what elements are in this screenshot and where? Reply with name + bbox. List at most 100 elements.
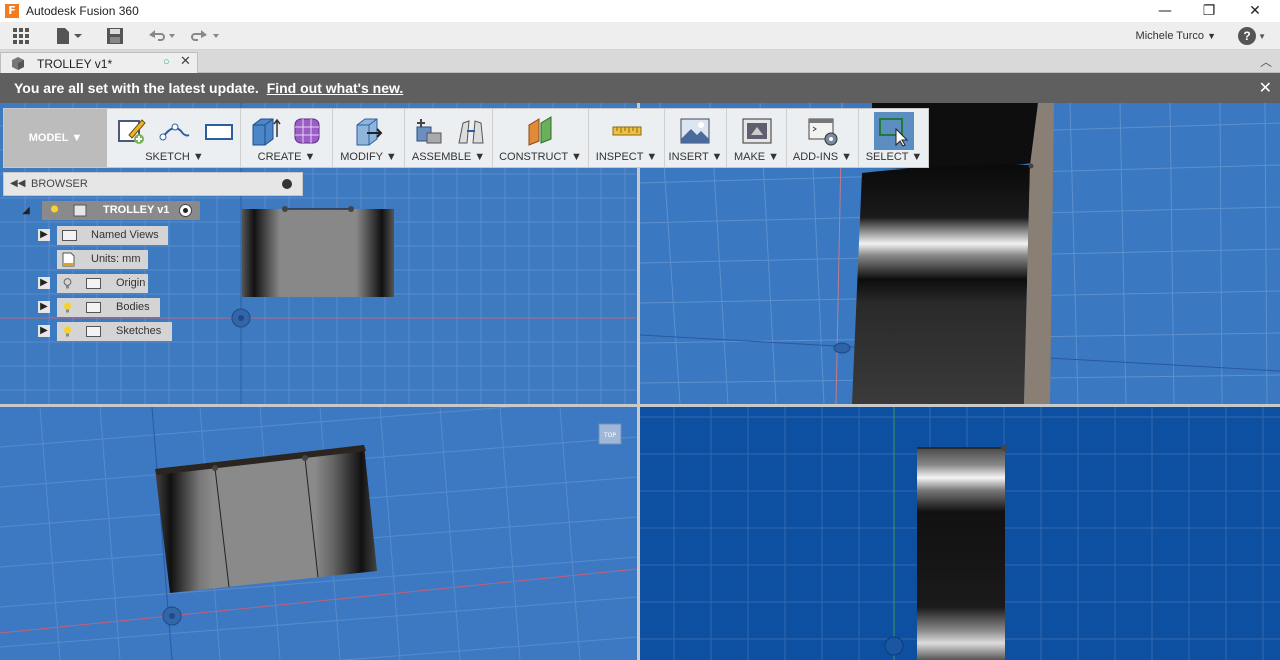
modify-group-label[interactable]: MODIFY ▼ xyxy=(333,151,404,163)
tree-expand-arrow-bodies[interactable]: ▶ xyxy=(38,301,50,313)
select-icon[interactable] xyxy=(878,115,910,147)
tree-expand-arrow-origin[interactable]: ▶ xyxy=(38,277,50,289)
main-toolbar: MODEL ▼ SKETCH ▼ CREATE ▼ MODIFY ▼ ASSEM… xyxy=(3,108,929,168)
user-account-menu[interactable]: Michele Turco ▼ xyxy=(1136,30,1216,42)
insert-image-icon[interactable] xyxy=(679,115,711,147)
construct-group-label[interactable]: CONSTRUCT ▼ xyxy=(493,151,588,163)
viewport-bottom-left[interactable]: TOP xyxy=(0,407,637,660)
press-pull-icon[interactable] xyxy=(353,115,385,147)
chevron-down-icon: ▼ xyxy=(1207,31,1216,41)
browser-item-origin[interactable]: Origin xyxy=(57,274,148,293)
make-group-label[interactable]: MAKE ▼ xyxy=(727,151,786,163)
chevron-up-icon[interactable]: ︿ xyxy=(1260,53,1272,70)
viewport-divider-horizontal[interactable] xyxy=(0,404,1280,407)
new-component-icon[interactable] xyxy=(413,115,445,147)
lightbulb-icon[interactable] xyxy=(63,326,72,337)
browser-item-bodies[interactable]: Bodies xyxy=(57,298,160,317)
offset-plane-icon[interactable] xyxy=(525,115,557,147)
construct-group[interactable]: CONSTRUCT ▼ xyxy=(493,109,589,167)
origin-icon xyxy=(884,636,904,656)
browser-item-units[interactable]: Units: mm xyxy=(57,250,148,269)
close-window-button[interactable]: ✕ xyxy=(1232,0,1278,22)
assemble-group[interactable]: ASSEMBLE ▼ xyxy=(405,109,493,167)
collapse-browser-icon[interactable]: ◀◀ xyxy=(10,178,25,189)
fusion-logo-icon: F xyxy=(5,4,19,18)
component-icon xyxy=(73,204,87,217)
inspect-group-label[interactable]: INSPECT ▼ xyxy=(589,151,664,163)
browser-item-named-views[interactable]: Named Views xyxy=(57,226,168,245)
origin-icon xyxy=(833,342,851,354)
lightbulb-icon[interactable] xyxy=(50,205,59,216)
notification-text: You are all set with the latest update. xyxy=(14,80,259,96)
trolley-body-perspective[interactable] xyxy=(852,164,1030,404)
assemble-group-label[interactable]: ASSEMBLE ▼ xyxy=(405,151,492,163)
help-chevron-down-icon[interactable]: ▼ xyxy=(1258,32,1266,41)
lightbulb-icon[interactable] xyxy=(63,302,72,313)
form-icon[interactable] xyxy=(291,115,323,147)
document-tab-bar: TROLLEY v1* ○ ✕ ︿ xyxy=(0,50,1280,73)
activate-radio-icon[interactable] xyxy=(179,204,192,217)
online-status-icon: ○ xyxy=(163,56,170,68)
minimize-button[interactable]: — xyxy=(1142,0,1188,22)
trolley-body-front[interactable] xyxy=(242,209,394,297)
create-sketch-icon[interactable] xyxy=(115,115,147,147)
viewport-divider-vertical[interactable] xyxy=(637,103,640,660)
trolley-body-side[interactable] xyxy=(917,448,1005,660)
joint-icon[interactable] xyxy=(455,115,487,147)
data-panel-grid-icon[interactable] xyxy=(12,27,30,45)
document-settings-icon xyxy=(62,252,75,267)
root-label: TROLLEY v1 xyxy=(103,204,170,216)
extrude-icon[interactable] xyxy=(249,115,281,147)
workspace-switcher[interactable]: MODEL ▼ xyxy=(4,109,107,167)
insert-group-label[interactable]: INSERT ▼ xyxy=(665,151,726,163)
component-icon xyxy=(12,57,24,70)
measure-icon[interactable] xyxy=(611,115,643,147)
folder-icon xyxy=(86,278,101,289)
line-tool-icon[interactable] xyxy=(159,115,191,147)
3d-print-icon[interactable] xyxy=(741,115,773,147)
quick-access-toolbar: Michele Turco ▼ ? ▼ xyxy=(0,22,1280,50)
undo-icon[interactable] xyxy=(146,27,178,45)
browser-panel-header[interactable]: ◀◀ BROWSER xyxy=(3,172,303,196)
sketch-group-label[interactable]: SKETCH ▼ xyxy=(109,151,240,163)
tab-label: TROLLEY v1* xyxy=(37,57,113,71)
redo-icon[interactable] xyxy=(190,27,222,45)
addins-group-label[interactable]: ADD-INS ▼ xyxy=(787,151,858,163)
rectangle-tool-icon[interactable] xyxy=(203,115,235,147)
close-tab-icon[interactable]: ✕ xyxy=(180,54,191,69)
tab-trolley-v1[interactable]: TROLLEY v1* ○ ✕ xyxy=(0,52,198,73)
whats-new-link[interactable]: Find out what's new. xyxy=(267,80,404,96)
folder-icon xyxy=(62,230,77,241)
modify-group[interactable]: MODIFY ▼ xyxy=(333,109,405,167)
tree-expand-arrow-root[interactable]: ◢ xyxy=(20,205,32,217)
inspect-group[interactable]: INSPECT ▼ xyxy=(589,109,665,167)
file-menu-icon[interactable] xyxy=(54,27,84,45)
select-group-label[interactable]: SELECT ▼ xyxy=(859,151,929,163)
create-group-label[interactable]: CREATE ▼ xyxy=(241,151,332,163)
app-title: Autodesk Fusion 360 xyxy=(26,4,139,18)
browser-item-sketches[interactable]: Sketches xyxy=(57,322,172,341)
close-notification-icon[interactable]: ✕ xyxy=(1259,78,1272,97)
help-icon[interactable]: ? xyxy=(1238,27,1256,45)
addins-group[interactable]: ADD-INS ▼ xyxy=(787,109,859,167)
select-group[interactable]: SELECT ▼ xyxy=(859,109,929,167)
sketch-group[interactable]: SKETCH ▼ xyxy=(109,109,241,167)
insert-group[interactable]: INSERT ▼ xyxy=(665,109,727,167)
save-icon[interactable] xyxy=(106,27,124,45)
browser-root-trolley[interactable]: TROLLEY v1 xyxy=(42,201,200,220)
browser-minimize-icon[interactable] xyxy=(282,179,292,189)
make-group[interactable]: MAKE ▼ xyxy=(727,109,787,167)
scripts-addins-icon[interactable] xyxy=(807,115,839,147)
restore-button[interactable]: ❐ xyxy=(1186,0,1232,22)
folder-icon xyxy=(86,326,101,337)
tree-expand-arrow-sketches[interactable]: ▶ xyxy=(38,325,50,337)
create-group[interactable]: CREATE ▼ xyxy=(241,109,333,167)
folder-icon xyxy=(86,302,101,313)
user-name: Michele Turco xyxy=(1135,30,1205,42)
tree-expand-arrow-named-views[interactable]: ▶ xyxy=(38,229,50,241)
browser-title: BROWSER xyxy=(31,178,88,190)
update-notification-bar: You are all set with the latest update. … xyxy=(0,73,1280,103)
lightbulb-off-icon[interactable] xyxy=(63,278,72,289)
viewcube-icon[interactable]: TOP xyxy=(598,423,622,445)
viewport-bottom-right[interactable] xyxy=(640,407,1280,660)
